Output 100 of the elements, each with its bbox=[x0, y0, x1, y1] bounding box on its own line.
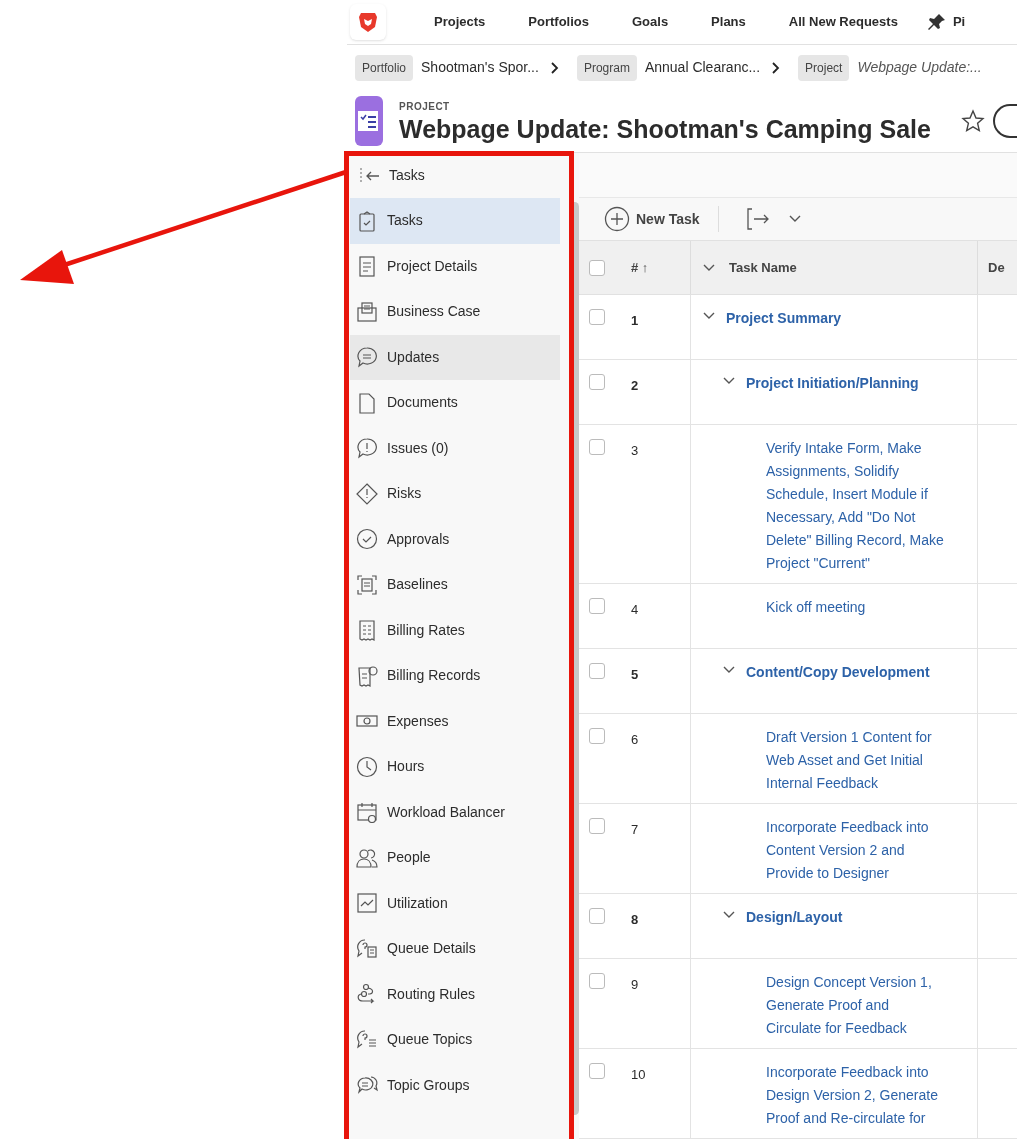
breadcrumb-tag: Program bbox=[576, 54, 637, 81]
sidebar-item[interactable]: Baselines bbox=[350, 562, 561, 608]
task-link[interactable]: Design/Layout bbox=[746, 906, 843, 929]
clipboard-icon bbox=[356, 209, 378, 232]
task-link[interactable]: Incorporate Feedback into Content Version 2 and Provide to Designer bbox=[766, 816, 947, 885]
nav-link[interactable]: Projects bbox=[434, 12, 486, 32]
task-link[interactable]: Incorporate Feedback into Design Version 2, Generate Proof and Re-circulate for bbox=[766, 1061, 947, 1130]
project-icon bbox=[355, 96, 383, 146]
select-all-checkbox[interactable] bbox=[589, 259, 605, 276]
column-header[interactable]: # ↑ bbox=[616, 257, 690, 278]
sidebar-item[interactable]: Workload Balancer bbox=[350, 789, 561, 835]
column-header[interactable]: De bbox=[978, 257, 1005, 278]
star-icon[interactable] bbox=[960, 109, 985, 133]
check-circle-icon bbox=[356, 528, 378, 551]
task-link[interactable]: Content/Copy Development bbox=[746, 661, 930, 684]
chevron-right-icon bbox=[550, 61, 559, 74]
chevron-down-icon[interactable] bbox=[723, 666, 735, 674]
project-title: Webpage Update: Shootman's Camping Sale bbox=[399, 113, 931, 144]
task-link[interactable]: Draft Version 1 Content for Web Asset and Get Initial Internal Feedback bbox=[766, 726, 947, 795]
row-number: 6 bbox=[631, 732, 639, 747]
nav-link[interactable]: Goals bbox=[632, 12, 669, 32]
collapse-icon bbox=[359, 166, 381, 185]
row-number: 8 bbox=[631, 912, 639, 927]
row-checkbox[interactable] bbox=[589, 439, 605, 455]
export-button[interactable] bbox=[744, 206, 801, 233]
export-icon bbox=[744, 206, 771, 233]
new-task-button[interactable]: New Task bbox=[604, 206, 700, 233]
task-link[interactable]: Project Summary bbox=[726, 307, 842, 330]
calendar-check-icon bbox=[356, 801, 378, 824]
chevron-right-icon bbox=[772, 61, 781, 74]
receipt-clock-icon bbox=[356, 664, 378, 687]
chevron-down-icon[interactable] bbox=[703, 312, 715, 320]
sidebar-item[interactable]: Issues (0) bbox=[350, 425, 561, 471]
alert-bubble-icon bbox=[356, 437, 378, 460]
sidebar-item[interactable]: Expenses bbox=[350, 698, 561, 744]
row-number: 9 bbox=[631, 977, 639, 992]
circle-button[interactable] bbox=[992, 104, 1017, 138]
sidebar-item[interactable]: Queue Details bbox=[350, 926, 561, 972]
sidebar-header[interactable]: Tasks bbox=[347, 153, 579, 198]
briefcase-icon bbox=[356, 300, 378, 323]
sidebar-item[interactable]: Approvals bbox=[350, 516, 561, 562]
sidebar-item[interactable]: Updates bbox=[350, 334, 561, 380]
nav-link[interactable]: Plans bbox=[711, 12, 746, 32]
sidebar-item[interactable]: Tasks bbox=[350, 198, 561, 244]
column-header[interactable]: Task Name bbox=[729, 257, 797, 278]
breadcrumb-tag: Project bbox=[798, 54, 850, 81]
sidebar-item[interactable]: Utilization bbox=[350, 880, 561, 926]
sidebar-item[interactable]: Project Details bbox=[350, 243, 561, 289]
task-link[interactable]: Verify Intake Form, Make Assignments, Solidify Schedule, Insert Module if Necessary, Add "Do Not Delete" Billing Record, Make Project "Current" bbox=[766, 437, 947, 575]
row-number: 2 bbox=[631, 378, 639, 393]
sidebar-item[interactable]: Documents bbox=[350, 380, 561, 426]
row-checkbox[interactable] bbox=[589, 309, 605, 325]
row-checkbox[interactable] bbox=[589, 374, 605, 390]
document-icon bbox=[356, 255, 378, 278]
receipt-icon bbox=[356, 619, 378, 642]
clock-icon bbox=[356, 755, 378, 778]
sidebar-item[interactable]: Business Case bbox=[350, 289, 561, 335]
row-number: 3 bbox=[631, 443, 639, 458]
chevron-down-icon[interactable] bbox=[723, 377, 735, 385]
people-icon bbox=[356, 846, 378, 869]
chat-bubble-icon bbox=[356, 346, 378, 369]
sidebar-item[interactable]: Billing Records bbox=[350, 653, 561, 699]
row-number: 1 bbox=[631, 313, 639, 328]
breadcrumb-link[interactable]: Webpage Update:... bbox=[857, 57, 982, 78]
row-number: 4 bbox=[631, 602, 639, 617]
row-checkbox[interactable] bbox=[589, 973, 605, 989]
pin-icon bbox=[926, 12, 947, 32]
sidebar-item[interactable]: Queue Topics bbox=[350, 1017, 561, 1063]
app-logo[interactable] bbox=[350, 4, 386, 40]
question-topics-icon bbox=[356, 1028, 378, 1051]
breadcrumb-tag: Portfolio bbox=[355, 54, 414, 81]
question-list-icon bbox=[356, 937, 378, 960]
frame-list-icon bbox=[356, 573, 378, 596]
row-number: 7 bbox=[631, 822, 639, 837]
breadcrumb-link[interactable]: Shootman's Spor... bbox=[421, 57, 539, 78]
page-icon bbox=[356, 391, 378, 414]
row-checkbox[interactable] bbox=[589, 1063, 605, 1079]
chevron-down-icon bbox=[788, 215, 801, 224]
sidebar-item[interactable]: Routing Rules bbox=[350, 971, 561, 1017]
line-chart-icon bbox=[356, 892, 378, 915]
sidebar-item[interactable]: Topic Groups bbox=[350, 1062, 561, 1108]
task-link[interactable]: Project Initiation/Planning bbox=[746, 372, 919, 395]
row-number: 10 bbox=[631, 1067, 646, 1082]
row-checkbox[interactable] bbox=[589, 908, 605, 924]
chevron-down-icon bbox=[703, 263, 715, 272]
breadcrumb-link[interactable]: Annual Clearanc... bbox=[644, 57, 761, 78]
row-checkbox[interactable] bbox=[589, 728, 605, 744]
sidebar-item[interactable]: Hours bbox=[350, 744, 561, 790]
sidebar-item[interactable]: People bbox=[350, 835, 561, 881]
sidebar-item[interactable]: Billing Rates bbox=[350, 607, 561, 653]
nav-link[interactable]: All New Requests bbox=[788, 12, 898, 32]
sidebar-item[interactable]: Risks bbox=[350, 471, 561, 517]
row-checkbox[interactable] bbox=[589, 598, 605, 614]
chevron-down-icon[interactable] bbox=[723, 911, 735, 919]
row-checkbox[interactable] bbox=[589, 663, 605, 679]
row-checkbox[interactable] bbox=[589, 818, 605, 834]
task-link[interactable]: Kick off meeting bbox=[766, 596, 866, 619]
nav-link[interactable]: Portfolios bbox=[528, 12, 589, 32]
task-link[interactable]: Design Concept Version 1, Generate Proof and Circulate for Feedback bbox=[766, 971, 947, 1040]
pinned-link[interactable]: Pi bbox=[926, 12, 966, 32]
